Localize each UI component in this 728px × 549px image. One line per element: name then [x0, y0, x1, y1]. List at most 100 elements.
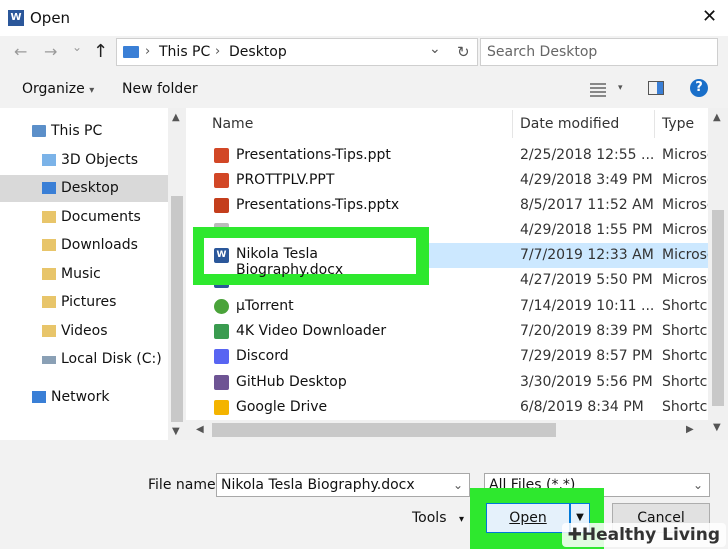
file-name: Discord	[236, 348, 289, 364]
forward-arrow-icon[interactable]: →	[44, 42, 57, 61]
refresh-icon[interactable]: ↻	[457, 43, 470, 61]
sidebar-item-label: Videos	[61, 323, 108, 339]
scroll-down-arrow-icon[interactable]: ▼	[172, 426, 180, 437]
scroll-left-arrow-icon[interactable]: ◀	[196, 424, 204, 435]
file-name: 4K Video Downloader	[236, 323, 387, 339]
ppt-icon	[214, 173, 229, 188]
sidebar-item-documents[interactable]: Documents	[0, 204, 168, 231]
file-type: Shortcu	[662, 348, 708, 364]
column-header-date-modified[interactable]: Date modified	[520, 116, 619, 132]
file-row[interactable]: GitHub Desktop 3/30/2019 5:56 PM Shortcu	[200, 370, 708, 395]
pictures-folder-icon	[42, 296, 56, 308]
word-app-icon: W	[8, 10, 24, 26]
organize-button[interactable]: Organize ▾	[22, 81, 94, 97]
file-row[interactable]: PROTTPLV.PPT 4/29/2018 3:49 PM Microso	[200, 168, 708, 193]
sidebar-item-this-pc[interactable]: This PC	[0, 118, 168, 145]
scroll-up-arrow-icon[interactable]: ▲	[713, 112, 721, 123]
open-button[interactable]: Open	[486, 503, 570, 533]
3d-objects-icon	[42, 154, 56, 166]
sidebar-item-desktop[interactable]: Desktop	[0, 175, 168, 202]
column-divider[interactable]	[512, 110, 513, 138]
sidebar-item-music[interactable]: Music	[0, 261, 168, 288]
breadcrumb-desktop[interactable]: Desktop	[229, 44, 287, 60]
file-type: Shortcu	[662, 323, 708, 339]
file-name: Presentations-Tips.ppt	[236, 147, 391, 163]
file-row[interactable]: Presentations-Tips.pptx 8/5/2017 11:52 A…	[200, 193, 708, 218]
downloads-folder-icon	[42, 239, 56, 251]
file-type: Microso	[662, 272, 708, 288]
up-arrow-icon[interactable]: ↑	[93, 41, 108, 62]
file-date: 4/27/2019 5:50 PM	[520, 272, 653, 288]
title-bar	[0, 0, 728, 36]
sidebar-item-label: Downloads	[61, 237, 138, 253]
sidebar-item-label: Documents	[61, 209, 141, 225]
recent-locations-chevron-icon[interactable]: ⌄	[72, 40, 82, 54]
scroll-down-arrow-icon[interactable]: ▼	[713, 422, 721, 433]
sidebar-item-label: Music	[61, 266, 101, 282]
file-row[interactable]: 4K Video Downloader 7/20/2019 8:39 PM Sh…	[200, 319, 708, 344]
address-dropdown-chevron-icon[interactable]: ⌄	[429, 41, 441, 57]
filename-input[interactable]: Nikola Tesla Biography.docx ⌄	[216, 473, 470, 497]
sidebar-item-3d-objects[interactable]: 3D Objects	[0, 147, 168, 174]
github-icon	[214, 375, 229, 390]
column-header-type[interactable]: Type	[662, 116, 694, 132]
file-type: Microso	[662, 147, 708, 163]
view-options-caret-icon[interactable]: ▾	[618, 83, 623, 93]
filename-dropdown-chevron-icon[interactable]: ⌄	[453, 474, 463, 496]
file-row[interactable]: µTorrent 7/14/2019 10:11 ... Shortcu	[200, 294, 708, 319]
address-bar[interactable]: › This PC › Desktop ⌄ ↻	[116, 38, 478, 66]
desktop-folder-icon	[42, 182, 56, 194]
file-type: Shortcu	[662, 374, 708, 390]
file-type: Microso	[662, 172, 708, 188]
file-type: Microso	[662, 222, 708, 238]
file-row[interactable]: Google Drive 6/8/2019 8:34 PM Shortcu	[200, 395, 708, 420]
file-date: 4/29/2018 3:49 PM	[520, 172, 653, 188]
breadcrumb-separator-icon: ›	[145, 44, 151, 59]
file-type: Shortcu	[662, 298, 708, 314]
file-type: Microso	[662, 247, 708, 263]
discord-icon	[214, 349, 229, 364]
scroll-up-arrow-icon[interactable]: ▲	[172, 112, 180, 123]
sidebar-item-pictures[interactable]: Pictures	[0, 289, 168, 316]
column-divider[interactable]	[654, 110, 655, 138]
search-input[interactable]: Search Desktop	[480, 38, 718, 66]
sidebar-item-network[interactable]: Network	[0, 384, 168, 411]
sidebar-item-label: Local Disk (C:)	[61, 351, 162, 367]
column-header-name[interactable]: Name	[212, 116, 253, 132]
back-arrow-icon[interactable]: ←	[14, 42, 27, 61]
tools-button[interactable]: Tools ▾	[412, 510, 464, 526]
scroll-right-arrow-icon[interactable]: ▶	[686, 424, 694, 435]
file-row[interactable]: Discord 7/29/2019 8:57 PM Shortcu	[200, 344, 708, 369]
file-type-chevron-icon[interactable]: ⌄	[693, 474, 703, 496]
scrollbar-thumb[interactable]	[212, 423, 556, 437]
sidebar-item-local-disk[interactable]: Local Disk (C:)	[0, 346, 168, 373]
sidebar-item-label: Network	[51, 389, 110, 405]
hard-drive-icon	[42, 356, 56, 364]
scrollbar-thumb[interactable]	[712, 210, 724, 406]
utorrent-icon	[214, 299, 229, 314]
sidebar-item-label: Desktop	[61, 180, 119, 196]
new-folder-button[interactable]: New folder	[122, 81, 198, 97]
file-list-horizontal-scrollbar[interactable]: ◀ ▶	[186, 420, 708, 440]
sidebar-item-videos[interactable]: Videos	[0, 318, 168, 345]
music-folder-icon	[42, 268, 56, 280]
view-list-icon[interactable]	[590, 82, 606, 97]
computer-icon	[32, 125, 46, 137]
pptx-icon	[214, 198, 229, 213]
close-icon[interactable]: ✕	[702, 6, 717, 27]
highlighted-file[interactable]: W Nikola Tesla Biography.docx	[204, 238, 416, 278]
ppt-icon	[214, 148, 229, 163]
videos-folder-icon	[42, 325, 56, 337]
file-date: 8/5/2017 11:52 AM	[520, 197, 654, 213]
help-icon[interactable]: ?	[690, 79, 708, 97]
file-row[interactable]: Presentations-Tips.ppt 2/25/2018 12:55 .…	[200, 143, 708, 168]
file-date: 7/7/2019 12:33 AM	[520, 247, 654, 263]
file-type: Microso	[662, 197, 708, 213]
scrollbar-thumb[interactable]	[171, 196, 183, 422]
file-list-vertical-scrollbar[interactable]: ▲ ▼	[708, 108, 728, 440]
preview-pane-icon[interactable]	[648, 81, 664, 95]
breadcrumb-this-pc[interactable]: This PC	[159, 44, 210, 60]
navigation-pane-scrollbar[interactable]: ▲ ▼	[168, 108, 186, 440]
sidebar-item-downloads[interactable]: Downloads	[0, 232, 168, 259]
file-date: 7/20/2019 8:39 PM	[520, 323, 653, 339]
